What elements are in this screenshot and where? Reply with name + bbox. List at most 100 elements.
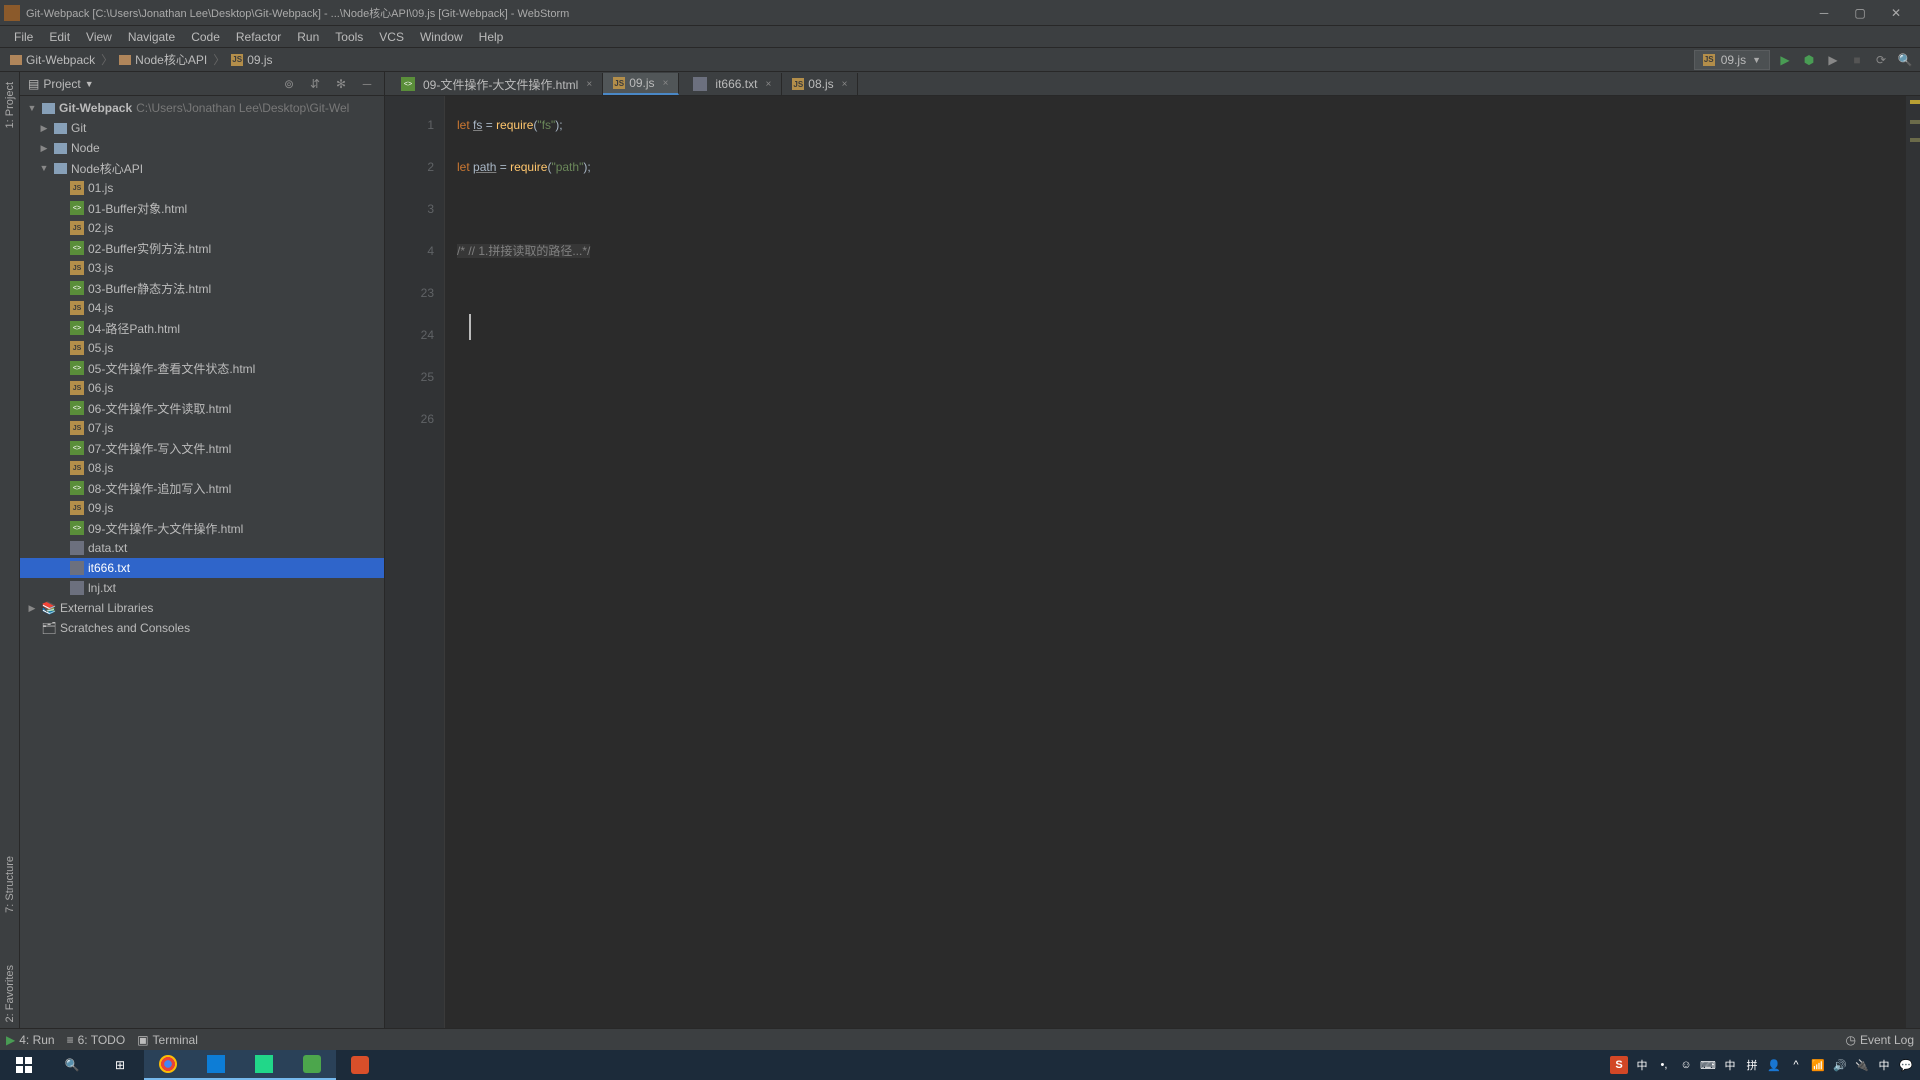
maximize-button[interactable]: ▢ — [1848, 3, 1872, 23]
project-tool-button[interactable]: 1: Project — [4, 76, 16, 134]
app2-taskbar-button[interactable] — [288, 1050, 336, 1080]
editor-tab[interactable]: JS09.js× — [603, 73, 679, 95]
tree-row[interactable]: ▶📚External Libraries — [20, 598, 384, 618]
close-icon[interactable]: × — [842, 79, 848, 90]
tree-row[interactable]: <>01-Buffer对象.html — [20, 198, 384, 218]
editor-marker-strip[interactable] — [1906, 96, 1920, 1028]
minimize-button[interactable]: ─ — [1812, 3, 1836, 23]
ime-punct[interactable]: •, — [1656, 1057, 1672, 1073]
structure-tool-button[interactable]: 7: Structure — [4, 850, 16, 919]
settings-icon[interactable]: ✻ — [332, 75, 350, 93]
tree-row[interactable]: JS02.js — [20, 218, 384, 238]
todo-tool-button[interactable]: ≡6: TODO — [67, 1033, 126, 1047]
left-tool-strip: 1: Project 7: Structure 2: Favorites — [0, 72, 20, 1028]
event-log-button[interactable]: ◷Event Log — [1845, 1033, 1914, 1047]
close-icon[interactable]: × — [663, 78, 669, 89]
stop-button[interactable]: ■ — [1848, 51, 1866, 69]
tree-row[interactable]: <>06-文件操作-文件读取.html — [20, 398, 384, 418]
tree-row[interactable]: data.txt — [20, 538, 384, 558]
tree-row[interactable]: <>02-Buffer实例方法.html — [20, 238, 384, 258]
ime-kbd[interactable]: ⌨ — [1700, 1057, 1716, 1073]
webstorm-taskbar-button[interactable] — [240, 1050, 288, 1080]
hide-icon[interactable]: ─ — [358, 75, 376, 93]
menu-tools[interactable]: Tools — [327, 28, 371, 46]
menu-code[interactable]: Code — [183, 28, 228, 46]
tree-row[interactable]: JS08.js — [20, 458, 384, 478]
menu-window[interactable]: Window — [412, 28, 471, 46]
project-tree[interactable]: ▼Git-WebpackC:\Users\Jonathan Lee\Deskto… — [20, 96, 384, 1028]
wifi-icon[interactable]: 📶 — [1810, 1057, 1826, 1073]
menu-navigate[interactable]: Navigate — [120, 28, 183, 46]
editor-tab[interactable]: <>09-文件操作-大文件操作.html× — [387, 73, 603, 95]
sidebar-title[interactable]: ▤ Project ▼ — [28, 77, 280, 91]
tree-row[interactable]: it666.txt — [20, 558, 384, 578]
app-taskbar-button[interactable] — [192, 1050, 240, 1080]
volume-icon[interactable]: 🔊 — [1832, 1057, 1848, 1073]
debug-button[interactable]: ⬢ — [1800, 51, 1818, 69]
task-view-button[interactable]: ⊞ — [96, 1050, 144, 1080]
ime-lang[interactable]: 中 — [1722, 1057, 1738, 1073]
tree-row[interactable]: ▼Git-WebpackC:\Users\Jonathan Lee\Deskto… — [20, 98, 384, 118]
tree-row[interactable]: ▶Node — [20, 138, 384, 158]
run-button[interactable]: ▶ — [1776, 51, 1794, 69]
scroll-from-source-icon[interactable]: ⊚ — [280, 75, 298, 93]
ime-face[interactable]: ☺ — [1678, 1057, 1694, 1073]
favorites-tool-button[interactable]: 2: Favorites — [4, 959, 16, 1028]
tree-row[interactable]: lnj.txt — [20, 578, 384, 598]
warning-marker[interactable] — [1910, 100, 1920, 104]
ime-indicator[interactable]: S — [1610, 1056, 1628, 1074]
close-icon[interactable]: × — [586, 79, 592, 90]
editor-tab[interactable]: it666.txt× — [679, 73, 782, 95]
tree-row[interactable]: JS05.js — [20, 338, 384, 358]
tree-row[interactable]: JS06.js — [20, 378, 384, 398]
tree-row[interactable]: 🗂Scratches and Consoles — [20, 618, 384, 638]
tree-row[interactable]: ▼Node核心API — [20, 158, 384, 178]
tree-row[interactable]: ▶Git — [20, 118, 384, 138]
search-button[interactable]: 🔍 — [48, 1050, 96, 1080]
marker[interactable] — [1910, 138, 1920, 142]
breadcrumb-root[interactable]: Git-Webpack — [6, 53, 99, 67]
notification-icon[interactable]: 💬 — [1898, 1057, 1914, 1073]
menu-refactor[interactable]: Refactor — [228, 28, 289, 46]
tray-chevron-icon[interactable]: ^ — [1788, 1057, 1804, 1073]
collapse-icon[interactable]: ⇵ — [306, 75, 324, 93]
menu-run[interactable]: Run — [289, 28, 327, 46]
tree-row[interactable]: JS09.js — [20, 498, 384, 518]
people-icon[interactable]: 👤 — [1766, 1057, 1782, 1073]
run-tool-button[interactable]: ▶4: Run — [6, 1033, 55, 1047]
code-editor[interactable]: let fs = require("fs"); let path = requi… — [445, 96, 1906, 1028]
close-icon[interactable]: × — [765, 79, 771, 90]
search-everywhere-button[interactable]: 🔍 — [1896, 51, 1914, 69]
run-config-dropdown[interactable]: JS 09.js ▼ — [1694, 50, 1770, 70]
menu-edit[interactable]: Edit — [41, 28, 78, 46]
tree-row[interactable]: <>07-文件操作-写入文件.html — [20, 438, 384, 458]
tree-row[interactable]: <>05-文件操作-查看文件状态.html — [20, 358, 384, 378]
breadcrumb-folder[interactable]: Node核心API — [115, 51, 211, 68]
editor-tab[interactable]: JS08.js× — [782, 73, 858, 95]
tree-row[interactable]: JS04.js — [20, 298, 384, 318]
tree-row[interactable]: JS07.js — [20, 418, 384, 438]
start-button[interactable] — [0, 1050, 48, 1080]
update-button[interactable]: ⟳ — [1872, 51, 1890, 69]
tree-row[interactable]: <>08-文件操作-追加写入.html — [20, 478, 384, 498]
tree-row[interactable]: <>03-Buffer静态方法.html — [20, 278, 384, 298]
menu-file[interactable]: File — [6, 28, 41, 46]
menu-view[interactable]: View — [78, 28, 120, 46]
tree-row[interactable]: <>04-路径Path.html — [20, 318, 384, 338]
app3-taskbar-button[interactable] — [336, 1050, 384, 1080]
coverage-button[interactable]: ▶ — [1824, 51, 1842, 69]
ime-pin[interactable]: 拼 — [1744, 1057, 1760, 1073]
marker[interactable] — [1910, 120, 1920, 124]
menu-help[interactable]: Help — [471, 28, 512, 46]
tree-row[interactable]: JS03.js — [20, 258, 384, 278]
tree-row[interactable]: JS01.js — [20, 178, 384, 198]
close-button[interactable]: ✕ — [1884, 3, 1908, 23]
battery-icon[interactable]: 🔌 — [1854, 1057, 1870, 1073]
chrome-taskbar-button[interactable] — [144, 1050, 192, 1080]
tree-row[interactable]: <>09-文件操作-大文件操作.html — [20, 518, 384, 538]
breadcrumb-file[interactable]: JS 09.js — [227, 53, 276, 67]
terminal-tool-button[interactable]: ▣Terminal — [137, 1033, 198, 1047]
ime-mode[interactable]: 中 — [1634, 1057, 1650, 1073]
lang-indicator[interactable]: 中 — [1876, 1057, 1892, 1073]
menu-vcs[interactable]: VCS — [371, 28, 412, 46]
